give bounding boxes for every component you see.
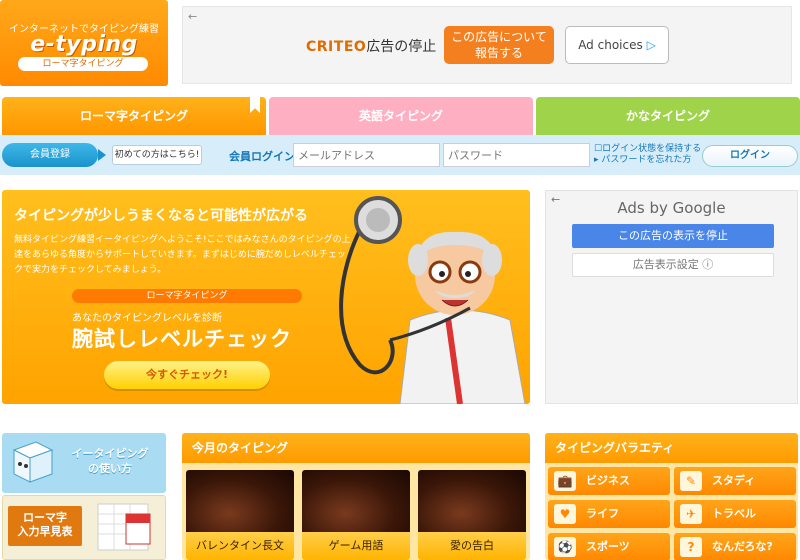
check-now-button[interactable]: 今すぐチェック!	[104, 361, 270, 389]
hero-description: 無料タイピング練習イータイピングへようこそ!ここではみなさんのタイピングの上達を…	[14, 235, 351, 275]
variety-travel[interactable]: ✈ トラベル	[674, 500, 796, 528]
level-subtitle: あなたのタイピングレベルを診断	[72, 313, 222, 324]
monthly-item-valentine[interactable]: バレンタイン長文	[186, 470, 294, 560]
report-ad-line2: 報告する	[474, 46, 523, 60]
tab-romaji-typing[interactable]: ローマ字タイピング	[2, 97, 266, 135]
heart-icon: ♥	[554, 504, 576, 524]
variety-label: スポーツ	[586, 540, 630, 553]
variety-label: ビジネス	[586, 474, 630, 487]
monthly-item-caption: 愛の告白	[418, 532, 526, 560]
chart-line2: 入力早見表	[17, 525, 73, 538]
tab-label: 英語タイピング	[358, 109, 443, 123]
tab-label: ローマ字タイピング	[79, 109, 188, 123]
variety-label: スタディ	[712, 474, 756, 487]
tab-english-typing[interactable]: 英語タイピング	[269, 97, 533, 135]
back-arrow-icon[interactable]: ←	[188, 10, 197, 23]
chocolate-image	[418, 470, 526, 532]
monthly-item-caption: ゲーム用語	[302, 532, 410, 560]
monthly-typing-heading: 今月のタイピング	[182, 433, 530, 463]
chocolate-image	[302, 470, 410, 532]
doctor-illustration	[339, 196, 526, 404]
forgot-password-link[interactable]: ▸ パスワードを忘れた方	[594, 155, 701, 166]
ribbon-icon	[250, 97, 260, 113]
logo-name[interactable]: e-typing	[0, 32, 168, 57]
forgot-password-label: パスワードを忘れた方	[601, 155, 692, 165]
checkbox-icon: ☐	[594, 144, 603, 154]
usage-line1: イータイピング	[71, 447, 149, 460]
password-field[interactable]	[443, 143, 590, 167]
briefcase-icon: 💼	[554, 471, 576, 491]
chart-line1: ローマ字	[23, 511, 67, 524]
criteo-stop-ad[interactable]: CRITEO広告の停止	[306, 36, 436, 56]
report-ad-line1: この広告について	[451, 30, 547, 44]
google-ad-panel	[545, 190, 798, 404]
monthly-item-game-terms[interactable]: ゲーム用語	[302, 470, 410, 560]
member-login-label: 会員ログイン	[229, 150, 295, 163]
variety-label: ライフ	[586, 507, 619, 520]
variety-business[interactable]: 💼 ビジネス	[548, 467, 670, 495]
ad-choices-label: Ad choices	[578, 38, 643, 52]
arrow-right-icon	[98, 149, 106, 161]
ad-choices-icon: ▷	[646, 38, 656, 52]
variety-study[interactable]: ✎ スタディ	[674, 467, 796, 495]
keep-login-checkbox[interactable]: ☐ログイン状態を保持する	[594, 144, 701, 155]
tab-label: かなタイピング	[625, 109, 710, 123]
login-button[interactable]: ログイン	[702, 145, 798, 167]
first-time-link[interactable]: 初めての方はこちら!	[112, 145, 202, 165]
usage-line2: の使い方	[88, 462, 132, 475]
variety-label: なんだろな?	[712, 540, 773, 553]
ad-settings-button[interactable]: 広告表示設定 ⓘ	[572, 253, 774, 277]
logo-subtitle: ローマ字タイピング	[18, 57, 148, 71]
ads-by-google-label: Ads by Google	[617, 199, 726, 217]
chocolate-image	[186, 470, 294, 532]
question-icon: ?	[680, 537, 702, 557]
variety-sports[interactable]: ⚽ スポーツ	[548, 533, 670, 560]
typing-variety-heading: タイピングバラエティ	[545, 433, 798, 463]
ad-choices-button[interactable]: Ad choices ▷	[565, 26, 669, 64]
variety-life[interactable]: ♥ ライフ	[548, 500, 670, 528]
stop-ad-label: 広告の停止	[366, 39, 437, 55]
monthly-item-caption: バレンタイン長文	[186, 532, 294, 560]
login-options: ☐ログイン状態を保持する ▸ パスワードを忘れた方	[594, 144, 701, 166]
romaji-chart-label: ローマ字 入力早見表	[8, 506, 82, 546]
pencil-icon: ✎	[680, 471, 702, 491]
variety-mystery[interactable]: ? なんだろな?	[674, 533, 796, 560]
criteo-logo: CRITEO	[306, 39, 367, 55]
hero-title: タイピングが少しうまくなると可能性が広がる	[14, 208, 308, 224]
email-field[interactable]	[293, 143, 440, 167]
variety-label: トラベル	[712, 507, 756, 520]
pdf-icon	[97, 503, 151, 551]
monthly-item-confession[interactable]: 愛の告白	[418, 470, 526, 560]
keep-login-label: ログイン状態を保持する	[602, 144, 702, 154]
stop-ad-button[interactable]: この広告の表示を停止	[572, 224, 774, 248]
cube-mascot-icon	[12, 441, 54, 483]
how-to-use-label: イータイピング の使い方	[62, 446, 158, 476]
level-check-title: 腕試しレベルチェック	[72, 327, 292, 351]
report-ad-button[interactable]: この広告について 報告する	[444, 26, 554, 64]
romaji-badge: ローマ字タイピング	[72, 289, 302, 303]
ball-icon: ⚽	[554, 537, 576, 557]
register-button[interactable]: 会員登録	[2, 143, 98, 167]
airplane-icon: ✈	[680, 504, 702, 524]
tab-kana-typing[interactable]: かなタイピング	[536, 97, 800, 135]
